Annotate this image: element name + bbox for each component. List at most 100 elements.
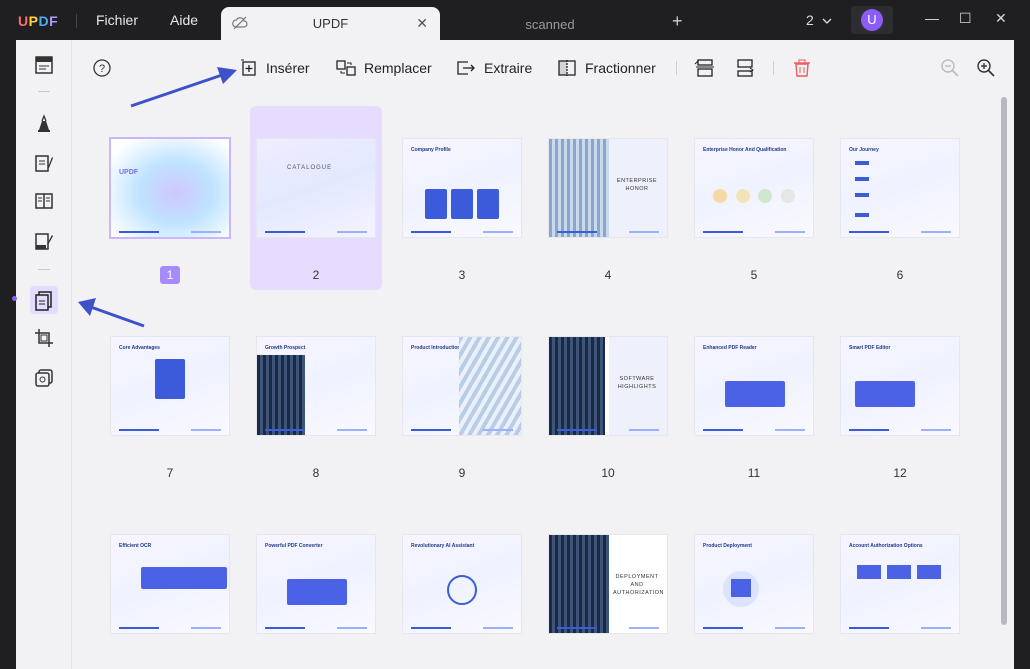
thumb-title: Growth Prospect — [265, 345, 306, 351]
close-window-icon[interactable]: ✕ — [995, 10, 1007, 27]
page-thumbnail[interactable]: Product Deployment — [688, 502, 820, 669]
zoom-in-icon[interactable] — [975, 57, 997, 79]
page-preview: ENTERPRISE HONOR — [549, 139, 667, 237]
split-page-icon — [558, 60, 576, 76]
page-preview: Enhanced PDF Reader — [695, 337, 813, 435]
page-number: 2 — [312, 268, 320, 282]
annotation-arrow — [130, 67, 237, 108]
window-count-dropdown[interactable]: 2 — [806, 12, 832, 28]
thumb-title: Efficient OCR — [119, 543, 152, 549]
thumb-title: Our Journey — [849, 147, 879, 153]
page-preview: Enterprise Honor And Qualification — [695, 139, 813, 237]
page-thumbnail[interactable]: Revolutionary AI Assistant — [396, 502, 528, 669]
page-thumbnail[interactable]: SOFTWARE HIGHLIGHTS 10 — [542, 304, 674, 488]
tab-scanned[interactable]: scanned — [440, 7, 660, 40]
minimize-icon[interactable]: — — [925, 10, 939, 26]
thumb-title: Smart PDF Editor — [849, 345, 891, 351]
page-number: 9 — [458, 466, 466, 480]
page-thumbnail[interactable]: Product Introduction 9 — [396, 304, 528, 488]
page-thumbnail[interactable]: CATALOGUE 2 — [250, 106, 382, 290]
vertical-scrollbar[interactable] — [1001, 97, 1007, 625]
page-thumbnail[interactable]: Company Profile 3 — [396, 106, 528, 290]
page-thumbnail[interactable]: UPDF 1 — [104, 106, 236, 290]
page-number: 8 — [312, 466, 320, 480]
page-thumbnail[interactable]: Powerful PDF Converter — [250, 502, 382, 669]
updf-app: UPDF Fichier Aide UPDF ✕ scanned + 2 U —… — [0, 0, 1030, 669]
page-preview: Product Deployment — [695, 535, 813, 633]
window-count: 2 — [806, 12, 814, 28]
thumb-title: Enterprise Honor And Qualification — [703, 147, 787, 153]
insert-label: Insérer — [266, 60, 310, 76]
thumb-title: Enhanced PDF Reader — [703, 345, 757, 351]
title-separator — [76, 14, 77, 28]
move-up-icon[interactable] — [694, 57, 716, 79]
updf-logo: UPDF — [18, 13, 59, 29]
comment-icon[interactable] — [33, 112, 55, 134]
page-preview: Powerful PDF Converter — [257, 535, 375, 633]
page-preview: Company Profile — [403, 139, 521, 237]
page-number: 4 — [604, 268, 612, 282]
extract-label: Extraire — [484, 60, 533, 76]
page-number: 6 — [896, 268, 904, 282]
menu-aide[interactable]: Aide — [170, 12, 198, 28]
edit-icon[interactable] — [33, 152, 55, 174]
move-down-icon[interactable] — [734, 57, 756, 79]
page-view-icon[interactable] — [33, 190, 55, 212]
annotation-arrow — [78, 298, 145, 328]
page-thumbnail[interactable]: Smart PDF Editor 12 — [834, 304, 966, 488]
insert-button[interactable]: Insérer — [240, 57, 310, 79]
thumb-title: Product Deployment — [703, 543, 752, 549]
zoom-out-icon[interactable] — [939, 57, 961, 79]
page-preview: Account Authorization Options — [841, 535, 959, 633]
toolbar-separator — [38, 269, 50, 270]
page-number: 10 — [601, 466, 615, 480]
page-organizer: ? Insérer Remplacer Extraire Fractionner — [73, 40, 1014, 669]
thumb-title: SOFTWARE HIGHLIGHTS — [617, 376, 657, 390]
main-panel: ? Insérer Remplacer Extraire Fractionner — [12, 40, 1014, 669]
left-toolbar — [12, 40, 72, 669]
page-preview: CATALOGUE — [257, 139, 375, 237]
thumb-title: ENTERPRISE HONOR — [616, 178, 658, 192]
toolbar-separator — [38, 91, 50, 92]
crop-icon[interactable] — [33, 327, 55, 349]
thumb-title: CATALOGUE — [287, 165, 333, 171]
tools-icon[interactable] — [33, 367, 55, 389]
organize-pages-icon — [35, 291, 52, 311]
page-preview: Growth Prospect — [257, 337, 375, 435]
page-thumbnail[interactable]: Growth Prospect 8 — [250, 304, 382, 488]
avatar: U — [861, 9, 883, 31]
maximize-icon[interactable]: ☐ — [959, 10, 972, 27]
page-preview: Revolutionary AI Assistant — [403, 535, 521, 633]
title-bar: UPDF Fichier Aide UPDF ✕ scanned + 2 U —… — [0, 0, 1030, 40]
split-button[interactable]: Fractionner — [557, 57, 656, 79]
add-tab-icon[interactable]: + — [672, 11, 683, 32]
tab-updf[interactable]: UPDF ✕ — [221, 7, 440, 40]
account-button[interactable]: U — [851, 6, 893, 34]
page-thumbnail[interactable]: DEPLOYMENT AND AUTHORIZATION — [542, 502, 674, 669]
page-thumbnail[interactable]: ENTERPRISE HONOR 4 — [542, 106, 674, 290]
thumb-title: Company Profile — [411, 147, 451, 153]
reader-icon[interactable] — [33, 54, 55, 76]
trash-icon[interactable] — [791, 57, 813, 79]
help-icon[interactable]: ? — [91, 57, 113, 79]
page-number: 5 — [750, 268, 758, 282]
thumb-title: DEPLOYMENT AND AUTHORIZATION — [613, 574, 665, 596]
page-preview: DEPLOYMENT AND AUTHORIZATION — [549, 535, 667, 633]
menu-fichier[interactable]: Fichier — [96, 12, 138, 28]
page-preview: Core Advantages — [111, 337, 229, 435]
page-thumbnail[interactable]: Efficient OCR — [104, 502, 236, 669]
fill-sign-icon[interactable] — [33, 230, 55, 252]
page-thumbnail[interactable]: Enterprise Honor And Qualification 5 — [688, 106, 820, 290]
page-thumbnail[interactable]: Enhanced PDF Reader 11 — [688, 304, 820, 488]
close-tab-icon[interactable]: ✕ — [416, 15, 428, 32]
organize-pages-button[interactable] — [30, 286, 58, 314]
thumb-title: Core Advantages — [119, 345, 160, 351]
page-thumbnail[interactable]: Our Journey 6 — [834, 106, 966, 290]
page-preview: SOFTWARE HIGHLIGHTS — [549, 337, 667, 435]
page-thumbnail[interactable]: Account Authorization Options — [834, 502, 966, 669]
replace-button[interactable]: Remplacer — [336, 57, 432, 79]
thumb-title: Product Introduction — [411, 345, 461, 351]
tab-title: scanned — [525, 17, 575, 32]
page-number: 12 — [893, 466, 907, 480]
extract-button[interactable]: Extraire — [456, 57, 532, 79]
